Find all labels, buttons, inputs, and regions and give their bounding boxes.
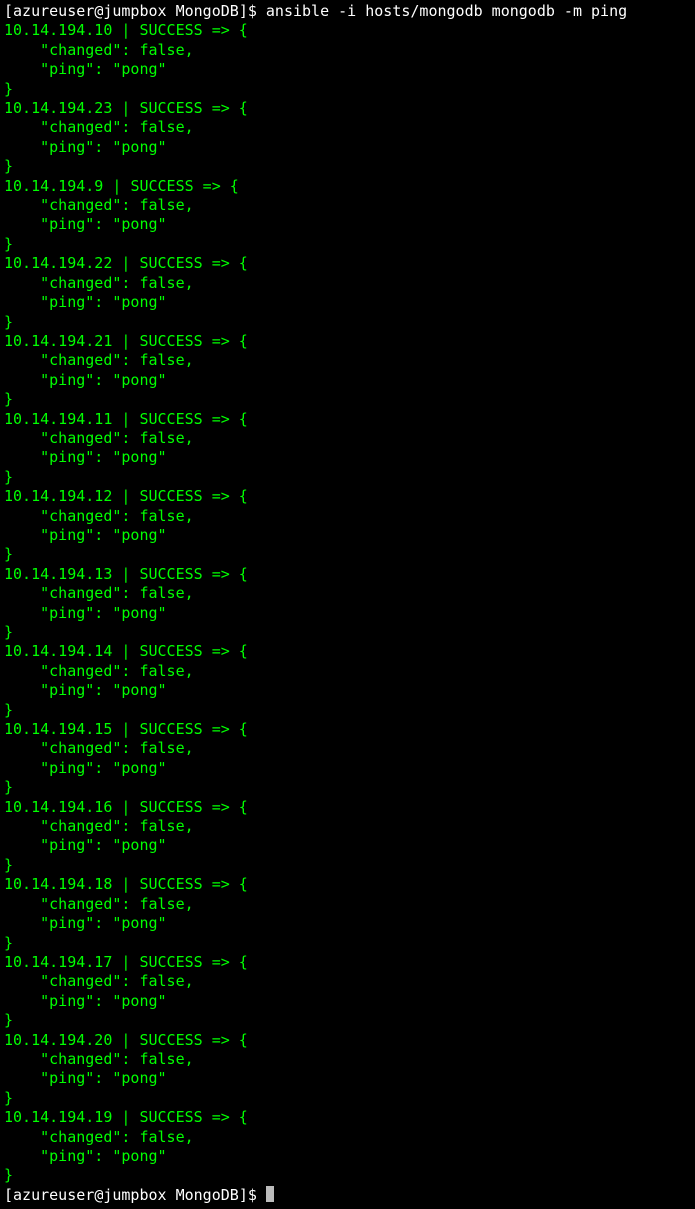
status-word: SUCCESS bbox=[139, 410, 202, 428]
status-word: SUCCESS bbox=[139, 99, 202, 117]
ansible-results: 10.14.194.10 | SUCCESS => { "changed": f… bbox=[4, 21, 248, 1184]
host-ip: 10.14.194.22 bbox=[4, 254, 112, 272]
status-word: SUCCESS bbox=[139, 642, 202, 660]
kv-ping: "ping": "pong" bbox=[40, 1069, 166, 1087]
host-ip: 10.14.194.11 bbox=[4, 410, 112, 428]
status-word: SUCCESS bbox=[139, 875, 202, 893]
kv-ping: "ping": "pong" bbox=[40, 681, 166, 699]
terminal-window[interactable]: [azureuser@jumpbox MongoDB]$ ansible -i … bbox=[0, 0, 695, 1209]
kv-changed: "changed": false, bbox=[40, 196, 194, 214]
kv-changed: "changed": false, bbox=[40, 584, 194, 602]
cursor[interactable] bbox=[266, 1186, 274, 1202]
host-ip: 10.14.194.17 bbox=[4, 953, 112, 971]
status-word: SUCCESS bbox=[139, 798, 202, 816]
prompt-user: azureuser bbox=[13, 2, 94, 20]
kv-ping: "ping": "pong" bbox=[40, 836, 166, 854]
status-word: SUCCESS bbox=[130, 177, 193, 195]
prompt-line-1: [azureuser@jumpbox MongoDB]$ ansible -i … bbox=[4, 2, 627, 20]
result-block: 10.14.194.11 | SUCCESS => { "changed": f… bbox=[4, 410, 248, 486]
host-ip: 10.14.194.14 bbox=[4, 642, 112, 660]
kv-ping: "ping": "pong" bbox=[40, 293, 166, 311]
status-word: SUCCESS bbox=[139, 487, 202, 505]
kv-changed: "changed": false, bbox=[40, 1128, 194, 1146]
host-ip: 10.14.194.15 bbox=[4, 720, 112, 738]
kv-ping: "ping": "pong" bbox=[40, 992, 166, 1010]
host-ip: 10.14.194.19 bbox=[4, 1108, 112, 1126]
kv-ping: "ping": "pong" bbox=[40, 526, 166, 544]
result-block: 10.14.194.19 | SUCCESS => { "changed": f… bbox=[4, 1108, 248, 1184]
prompt-dir-2: MongoDB bbox=[176, 1186, 239, 1204]
status-word: SUCCESS bbox=[139, 1031, 202, 1049]
status-word: SUCCESS bbox=[139, 21, 202, 39]
kv-ping: "ping": "pong" bbox=[40, 371, 166, 389]
kv-changed: "changed": false, bbox=[40, 895, 194, 913]
kv-ping: "ping": "pong" bbox=[40, 215, 166, 233]
result-block: 10.14.194.23 | SUCCESS => { "changed": f… bbox=[4, 99, 248, 175]
host-ip: 10.14.194.9 bbox=[4, 177, 103, 195]
status-word: SUCCESS bbox=[139, 720, 202, 738]
kv-changed: "changed": false, bbox=[40, 118, 194, 136]
result-block: 10.14.194.13 | SUCCESS => { "changed": f… bbox=[4, 565, 248, 641]
prompt-host: jumpbox bbox=[103, 2, 166, 20]
kv-changed: "changed": false, bbox=[40, 662, 194, 680]
result-block: 10.14.194.9 | SUCCESS => { "changed": fa… bbox=[4, 177, 239, 253]
kv-ping: "ping": "pong" bbox=[40, 448, 166, 466]
kv-ping: "ping": "pong" bbox=[40, 138, 166, 156]
kv-changed: "changed": false, bbox=[40, 739, 194, 757]
kv-ping: "ping": "pong" bbox=[40, 759, 166, 777]
result-block: 10.14.194.18 | SUCCESS => { "changed": f… bbox=[4, 875, 248, 951]
kv-changed: "changed": false, bbox=[40, 1050, 194, 1068]
status-word: SUCCESS bbox=[139, 332, 202, 350]
prompt-line-2: [azureuser@jumpbox MongoDB]$ bbox=[4, 1186, 266, 1204]
kv-ping: "ping": "pong" bbox=[40, 60, 166, 78]
result-block: 10.14.194.15 | SUCCESS => { "changed": f… bbox=[4, 720, 248, 796]
kv-ping: "ping": "pong" bbox=[40, 914, 166, 932]
result-block: 10.14.194.20 | SUCCESS => { "changed": f… bbox=[4, 1031, 248, 1107]
host-ip: 10.14.194.21 bbox=[4, 332, 112, 350]
result-block: 10.14.194.14 | SUCCESS => { "changed": f… bbox=[4, 642, 248, 718]
host-ip: 10.14.194.23 bbox=[4, 99, 112, 117]
status-word: SUCCESS bbox=[139, 565, 202, 583]
result-block: 10.14.194.22 | SUCCESS => { "changed": f… bbox=[4, 254, 248, 330]
prompt-user-2: azureuser bbox=[13, 1186, 94, 1204]
kv-ping: "ping": "pong" bbox=[40, 1147, 166, 1165]
prompt-dir: MongoDB bbox=[176, 2, 239, 20]
host-ip: 10.14.194.20 bbox=[4, 1031, 112, 1049]
host-ip: 10.14.194.16 bbox=[4, 798, 112, 816]
result-block: 10.14.194.17 | SUCCESS => { "changed": f… bbox=[4, 953, 248, 1029]
result-block: 10.14.194.16 | SUCCESS => { "changed": f… bbox=[4, 798, 248, 874]
host-ip: 10.14.194.10 bbox=[4, 21, 112, 39]
status-word: SUCCESS bbox=[139, 254, 202, 272]
result-block: 10.14.194.10 | SUCCESS => { "changed": f… bbox=[4, 21, 248, 97]
status-word: SUCCESS bbox=[139, 953, 202, 971]
kv-changed: "changed": false, bbox=[40, 507, 194, 525]
prompt-host-2: jumpbox bbox=[103, 1186, 166, 1204]
command-text: ansible -i hosts/mongodb mongodb -m ping bbox=[266, 2, 627, 20]
result-block: 10.14.194.21 | SUCCESS => { "changed": f… bbox=[4, 332, 248, 408]
host-ip: 10.14.194.13 bbox=[4, 565, 112, 583]
kv-ping: "ping": "pong" bbox=[40, 604, 166, 622]
host-ip: 10.14.194.12 bbox=[4, 487, 112, 505]
status-word: SUCCESS bbox=[139, 1108, 202, 1126]
host-ip: 10.14.194.18 bbox=[4, 875, 112, 893]
kv-changed: "changed": false, bbox=[40, 41, 194, 59]
kv-changed: "changed": false, bbox=[40, 274, 194, 292]
kv-changed: "changed": false, bbox=[40, 817, 194, 835]
kv-changed: "changed": false, bbox=[40, 972, 194, 990]
kv-changed: "changed": false, bbox=[40, 429, 194, 447]
result-block: 10.14.194.12 | SUCCESS => { "changed": f… bbox=[4, 487, 248, 563]
kv-changed: "changed": false, bbox=[40, 351, 194, 369]
